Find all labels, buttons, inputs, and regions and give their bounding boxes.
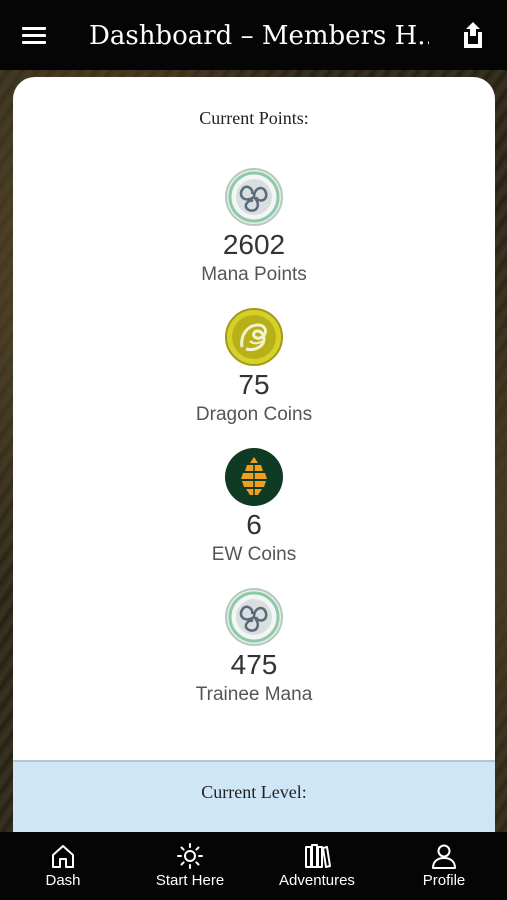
nav-item-start-here[interactable]: Start Here bbox=[127, 832, 253, 900]
points-label: Dragon Coins bbox=[195, 404, 313, 425]
sun-icon bbox=[176, 842, 204, 870]
nav-label: Adventures bbox=[279, 872, 355, 889]
nav-label: Profile bbox=[422, 872, 466, 889]
points-value: 2602 bbox=[222, 229, 286, 260]
home-icon bbox=[49, 842, 77, 870]
points-label: Trainee Mana bbox=[195, 684, 313, 705]
page-title: Dashboard – Members H... bbox=[89, 21, 429, 51]
current-level-section: Current Level: bbox=[13, 760, 495, 837]
triskele-coin-icon bbox=[224, 167, 284, 227]
points-item-ew: 6 EW Coins bbox=[13, 447, 495, 577]
nav-item-dash[interactable]: Dash bbox=[0, 832, 126, 900]
points-label: EW Coins bbox=[211, 544, 297, 565]
points-value: 6 bbox=[246, 509, 262, 540]
hamburger-menu-icon[interactable] bbox=[22, 25, 48, 45]
points-value: 75 bbox=[238, 369, 270, 400]
points-item-dragon: 75 Dragon Coins bbox=[13, 307, 495, 437]
bottom-navigation: Dash Start Here Adventures Profile bbox=[0, 832, 507, 900]
points-value: 475 bbox=[230, 649, 278, 680]
nav-item-adventures[interactable]: Adventures bbox=[254, 832, 380, 900]
nav-item-profile[interactable]: Profile bbox=[381, 832, 507, 900]
books-icon bbox=[303, 842, 331, 870]
current-points-heading: Current Points: bbox=[199, 108, 309, 128]
nav-label: Start Here bbox=[155, 872, 225, 889]
nav-label: Dash bbox=[45, 872, 81, 889]
app-header: Dashboard – Members H... bbox=[0, 0, 507, 70]
pine-cone-coin-icon bbox=[224, 447, 284, 507]
current-level-heading: Current Level: bbox=[201, 782, 307, 802]
dragon-coin-icon bbox=[224, 307, 284, 367]
points-label: Mana Points bbox=[201, 264, 307, 285]
share-icon[interactable] bbox=[461, 20, 485, 50]
triskele-coin-icon bbox=[224, 587, 284, 647]
person-icon bbox=[430, 842, 458, 870]
points-item-mana: 2602 Mana Points bbox=[13, 167, 495, 297]
points-item-trainee: 475 Trainee Mana bbox=[13, 587, 495, 717]
points-card: Current Points: 2602 Mana Points 75 Drag… bbox=[13, 77, 495, 837]
